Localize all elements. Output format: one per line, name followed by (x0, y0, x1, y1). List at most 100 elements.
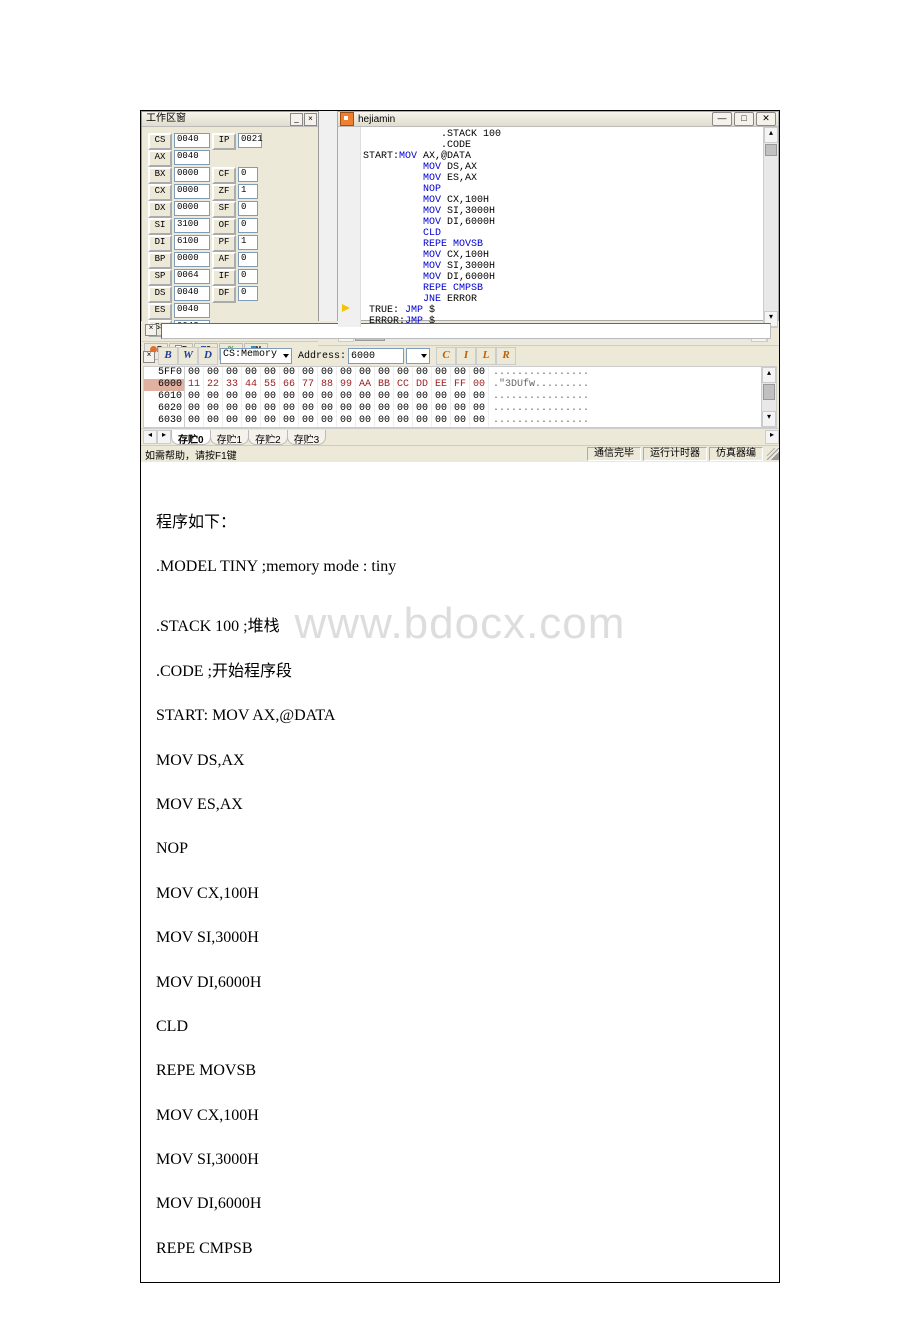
memory-hex-cell[interactable]: 00 (356, 403, 375, 415)
memory-hex-cell[interactable]: 00 (261, 403, 280, 415)
memory-hex-cell[interactable]: 00 (318, 415, 337, 427)
memory-hex-cell[interactable]: 00 (451, 415, 470, 427)
register-DX-button[interactable]: DX (148, 201, 172, 218)
memory-hex-cell[interactable]: 00 (318, 403, 337, 415)
memory-hex-cell[interactable]: 00 (375, 415, 394, 427)
memory-hex-cell[interactable]: 00 (432, 403, 451, 415)
register-value[interactable]: 3100 (174, 218, 210, 233)
scroll-up-icon[interactable]: ▴ (764, 127, 778, 143)
flag-IF-button[interactable]: IF (212, 269, 236, 286)
flag-OF-button[interactable]: OF (212, 218, 236, 235)
memory-hex-cell[interactable]: 00 (242, 415, 261, 427)
tab-scroll-end-icon[interactable]: ▸ (765, 430, 779, 444)
memory-hex-cell[interactable]: 00 (185, 415, 204, 427)
register-value[interactable]: 0000 (174, 184, 210, 199)
memory-hex-cell[interactable]: 00 (413, 367, 432, 379)
ip-value[interactable]: 0021 (238, 133, 262, 148)
memory-hex-cell[interactable]: 00 (470, 415, 489, 427)
register-SP-button[interactable]: SP (148, 269, 172, 286)
memory-hex-cell[interactable]: FF (451, 379, 470, 391)
mem-c-button[interactable]: C (436, 347, 456, 365)
memory-hex-cell[interactable]: 00 (356, 367, 375, 379)
flag-value[interactable]: 1 (238, 235, 258, 250)
flag-SF-button[interactable]: SF (212, 201, 236, 218)
workspace-close-button[interactable]: × (304, 113, 317, 126)
memory-hex-cell[interactable]: 00 (185, 391, 204, 403)
memory-hex-cell[interactable]: BB (375, 379, 394, 391)
tab-scroll-right-icon[interactable]: ▸ (157, 430, 171, 444)
flag-ZF-button[interactable]: ZF (212, 184, 236, 201)
memory-hex-cell[interactable]: 00 (242, 367, 261, 379)
memory-hex-cell[interactable]: 99 (337, 379, 356, 391)
memory-hex-cell[interactable]: 00 (185, 367, 204, 379)
memory-hex-cell[interactable]: 00 (204, 403, 223, 415)
scroll-down-icon[interactable]: ▾ (762, 411, 776, 427)
memory-close-button[interactable]: × (143, 351, 155, 363)
memory-segment-select[interactable]: CS:Memory (220, 348, 292, 364)
register-value[interactable]: 0000 (174, 167, 210, 182)
register-value[interactable]: 0040 (174, 303, 210, 318)
flag-value[interactable]: 0 (238, 218, 258, 233)
memory-hex-cell[interactable]: 00 (375, 403, 394, 415)
memory-hex-cell[interactable]: 00 (337, 391, 356, 403)
register-CX-button[interactable]: CX (148, 184, 172, 201)
workspace-minimize-button[interactable]: _ (290, 113, 303, 126)
memory-hex-cell[interactable]: 00 (413, 391, 432, 403)
register-DI-button[interactable]: DI (148, 235, 172, 252)
memory-hex-cell[interactable]: 00 (413, 403, 432, 415)
memory-hex-cell[interactable]: 00 (394, 415, 413, 427)
flag-value[interactable]: 0 (238, 167, 258, 182)
memory-hex-cell[interactable]: 00 (280, 367, 299, 379)
memory-hex-cell[interactable]: 00 (204, 415, 223, 427)
code-minimize-button[interactable]: — (712, 112, 732, 126)
register-value[interactable]: 0040 (174, 133, 210, 148)
register-value[interactable]: 0040 (174, 286, 210, 301)
register-SI-button[interactable]: SI (148, 218, 172, 235)
register-value[interactable]: 0000 (174, 201, 210, 216)
memory-hex-cell[interactable]: 00 (375, 367, 394, 379)
memory-hex-cell[interactable]: 00 (375, 391, 394, 403)
mem-d-button[interactable]: D (198, 347, 218, 365)
memory-hex-cell[interactable]: 00 (318, 367, 337, 379)
mem-i-button[interactable]: I (456, 347, 476, 365)
code-vertical-scrollbar[interactable]: ▴ ▾ (763, 127, 778, 327)
register-IP-button[interactable]: IP (212, 133, 236, 150)
memory-hex-cell[interactable]: 00 (470, 379, 489, 391)
address-input[interactable] (348, 348, 404, 364)
register-value[interactable]: 0040 (174, 150, 210, 165)
memory-hex-cell[interactable]: 00 (451, 403, 470, 415)
register-value[interactable]: 6100 (174, 235, 210, 250)
memory-hex-cell[interactable]: 00 (280, 391, 299, 403)
memory-hex-cell[interactable]: 00 (451, 391, 470, 403)
memory-hex-cell[interactable]: DD (413, 379, 432, 391)
memory-hex-cell[interactable]: 55 (261, 379, 280, 391)
memory-hex-cell[interactable]: 00 (223, 367, 242, 379)
memory-hex-cell[interactable]: 00 (470, 367, 489, 379)
register-ES-button[interactable]: ES (148, 303, 172, 320)
memory-hex-cell[interactable]: 44 (242, 379, 261, 391)
memory-hex-cell[interactable]: 00 (337, 367, 356, 379)
memory-hex-cell[interactable]: 00 (223, 415, 242, 427)
memory-hex-cell[interactable]: 00 (204, 367, 223, 379)
memory-hex-cell[interactable]: 77 (299, 379, 318, 391)
flag-value[interactable]: 0 (238, 269, 258, 284)
commandline-close-button[interactable]: × (145, 324, 157, 336)
memory-hex-cell[interactable]: 00 (318, 391, 337, 403)
memory-hex-cell[interactable]: 00 (451, 367, 470, 379)
memory-hex-cell[interactable]: 00 (337, 403, 356, 415)
memory-hex-cell[interactable]: 00 (394, 391, 413, 403)
command-input[interactable] (161, 323, 771, 339)
memory-tab[interactable]: 存贮1 (210, 430, 250, 445)
memory-hex-cell[interactable]: CC (394, 379, 413, 391)
memory-hex-cell[interactable]: 00 (432, 367, 451, 379)
memory-hex-cell[interactable]: 00 (185, 403, 204, 415)
code-maximize-button[interactable]: □ (734, 112, 754, 126)
memory-hex-cell[interactable]: 00 (261, 415, 280, 427)
memory-hex-cell[interactable]: 00 (299, 367, 318, 379)
memory-hex-cell[interactable]: 00 (299, 391, 318, 403)
memory-tab[interactable]: 存贮0 (171, 430, 211, 445)
memory-hex-cell[interactable]: 00 (299, 415, 318, 427)
flag-CF-button[interactable]: CF (212, 167, 236, 184)
register-BX-button[interactable]: BX (148, 167, 172, 184)
resize-grip-icon[interactable] (767, 448, 779, 460)
